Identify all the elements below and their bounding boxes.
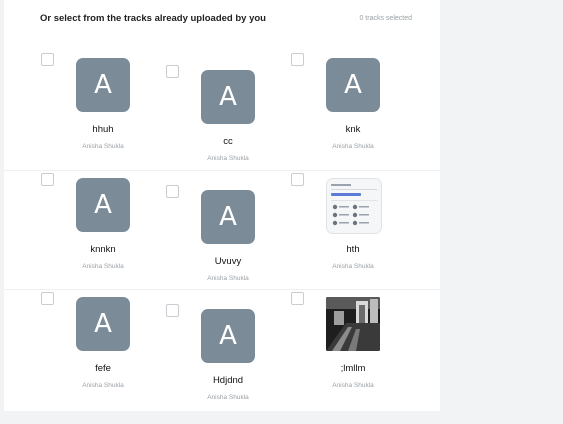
track-checkbox[interactable] <box>291 173 304 186</box>
track-name: Hdjdnd <box>212 375 244 386</box>
track-thumbnail[interactable]: A <box>201 190 255 244</box>
track-checkbox[interactable] <box>291 53 304 66</box>
track-name: ;lmllm <box>340 363 366 374</box>
track-checkbox[interactable] <box>166 185 179 198</box>
track-artist: Anisha Shukla <box>332 143 374 150</box>
track-artist: Anisha Shukla <box>332 382 374 389</box>
track-checkbox[interactable] <box>41 53 54 66</box>
track-card-knnkn[interactable]: A knnkn Anisha Shukla <box>41 173 161 293</box>
avatar-initial: A <box>344 70 362 100</box>
track-name: hth <box>346 244 360 255</box>
track-artist: Anisha Shukla <box>207 394 249 401</box>
avatar-initial: A <box>219 82 237 112</box>
track-card-hdjdnd[interactable]: A Hdjdnd Anisha Shukla <box>166 304 286 424</box>
track-thumbnail[interactable] <box>326 297 380 351</box>
track-card-fefe[interactable]: A fefe Anisha Shukla <box>41 292 161 412</box>
track-artist: Anisha Shukla <box>82 143 124 150</box>
photo-thumbnail-image <box>326 297 380 351</box>
track-artist: Anisha Shukla <box>207 155 249 162</box>
track-checkbox[interactable] <box>166 65 179 78</box>
track-name: Uvuvy <box>214 256 242 267</box>
track-name: knnkn <box>90 244 116 255</box>
track-card-cc[interactable]: A cc Anisha Shukla <box>166 65 286 185</box>
track-artist: Anisha Shukla <box>207 275 249 282</box>
track-name: cc <box>223 136 233 147</box>
track-card-hhuh[interactable]: A hhuh Anisha Shukla <box>41 53 161 173</box>
track-thumbnail[interactable]: A <box>76 178 130 232</box>
avatar-initial: A <box>94 309 112 339</box>
track-checkbox[interactable] <box>166 304 179 317</box>
track-name: fefe <box>95 363 111 374</box>
track-checkbox[interactable] <box>41 173 54 186</box>
avatar-initial: A <box>219 202 237 232</box>
track-thumbnail[interactable]: A <box>326 58 380 112</box>
avatar-initial: A <box>219 321 237 351</box>
track-thumbnail[interactable]: A <box>201 309 255 363</box>
track-thumbnail[interactable]: A <box>76 297 130 351</box>
track-thumbnail[interactable] <box>326 178 382 234</box>
track-selection-panel: Or select from the tracks already upload… <box>4 0 440 411</box>
track-checkbox[interactable] <box>291 292 304 305</box>
selected-count: 0 tracks selected <box>359 15 412 22</box>
avatar-initial: A <box>94 190 112 220</box>
track-name: hhuh <box>92 124 114 135</box>
track-artist: Anisha Shukla <box>82 382 124 389</box>
track-card-knk[interactable]: A knk Anisha Shukla <box>291 53 411 173</box>
section-title: Or select from the tracks already upload… <box>40 13 266 24</box>
screenshot-thumbnail-image <box>327 179 381 233</box>
track-card-uvuvy[interactable]: A Uvuvy Anisha Shukla <box>166 185 286 305</box>
track-thumbnail[interactable]: A <box>76 58 130 112</box>
track-checkbox[interactable] <box>41 292 54 305</box>
avatar-initial: A <box>94 70 112 100</box>
track-artist: Anisha Shukla <box>332 263 374 270</box>
track-selection-header: Or select from the tracks already upload… <box>40 13 412 24</box>
track-artist: Anisha Shukla <box>82 263 124 270</box>
track-card-lmllm[interactable]: ;lmllm Anisha Shukla <box>291 292 411 412</box>
track-thumbnail[interactable]: A <box>201 70 255 124</box>
track-name: knk <box>345 124 361 135</box>
track-card-hth[interactable]: hth Anisha Shukla <box>291 173 411 293</box>
